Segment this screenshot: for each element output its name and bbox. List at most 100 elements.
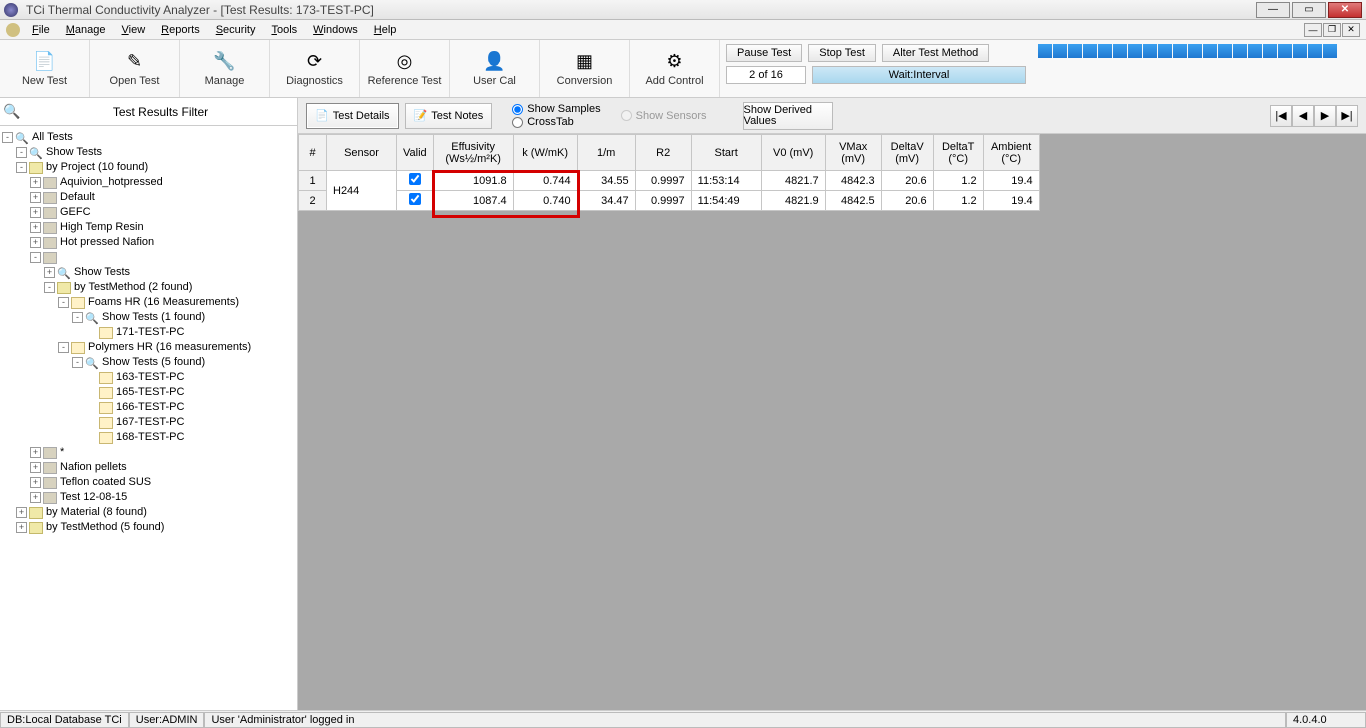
tab-test-details[interactable]: 📄 Test Details [306,103,399,129]
tree-node[interactable]: 167-TEST-PC [2,415,295,430]
expand-icon[interactable]: - [58,297,69,308]
nav-next-button[interactable]: ▶ [1314,105,1336,127]
col-header[interactable]: DeltaT (°C) [933,135,983,171]
menu-tools[interactable]: Tools [263,22,305,38]
col-header[interactable]: Sensor [327,135,397,171]
toolbar-conversion[interactable]: ▦Conversion [540,40,630,97]
tree-node[interactable]: -Foams HR (16 Measurements) [2,295,295,310]
menu-manage[interactable]: Manage [58,22,114,38]
col-header[interactable]: Valid [397,135,434,171]
tree-node[interactable]: -🔍All Tests [2,130,295,145]
show-derived-button[interactable]: Show Derived Values [743,102,833,130]
expand-icon[interactable]: + [30,477,41,488]
tree-node[interactable]: 165-TEST-PC [2,385,295,400]
tree-node[interactable]: +Aquivion_hotpressed [2,175,295,190]
filter-icon[interactable]: 🔍 [0,100,24,124]
tree-view[interactable]: -🔍All Tests-🔍Show Tests-by Project (10 f… [0,126,297,710]
tree-node[interactable]: +Teflon coated SUS [2,475,295,490]
expand-icon[interactable]: - [72,312,83,323]
alter-method-button[interactable]: Alter Test Method [882,44,989,62]
close-button[interactable]: ✕ [1328,2,1362,18]
menu-windows[interactable]: Windows [305,22,366,38]
col-header[interactable]: Ambient (°C) [983,135,1039,171]
col-header[interactable]: k (W/mK) [513,135,577,171]
tree-node[interactable]: +* [2,445,295,460]
toolbar-reference-test[interactable]: ◎Reference Test [360,40,450,97]
col-header[interactable]: DeltaV (mV) [881,135,933,171]
tree-node[interactable]: - [2,250,295,265]
tree-node[interactable]: -Polymers HR (16 measurements) [2,340,295,355]
tree-node[interactable]: +Default [2,190,295,205]
tree-node[interactable]: -by TestMethod (2 found) [2,280,295,295]
tree-node[interactable]: -by Project (10 found) [2,160,295,175]
tree-node[interactable]: -🔍Show Tests [2,145,295,160]
tree-node[interactable]: +High Temp Resin [2,220,295,235]
expand-icon[interactable]: - [30,252,41,263]
col-header[interactable]: # [299,135,327,171]
tree-node[interactable]: -🔍Show Tests (1 found) [2,310,295,325]
tree-node[interactable]: +GEFC [2,205,295,220]
menu-security[interactable]: Security [208,22,264,38]
expand-icon[interactable]: + [44,267,55,278]
toolbar-user-cal[interactable]: 👤User Cal [450,40,540,97]
expand-icon[interactable]: + [30,207,41,218]
col-header[interactable]: R2 [635,135,691,171]
expand-icon[interactable]: + [30,177,41,188]
expand-icon[interactable]: + [30,447,41,458]
toolbar-manage[interactable]: 🔧Manage [180,40,270,97]
expand-icon[interactable]: + [30,192,41,203]
tree-node[interactable]: +🔍Show Tests [2,265,295,280]
tab-test-notes[interactable]: 📝 Test Notes [405,103,493,129]
tree-node[interactable]: +Hot pressed Nafion [2,235,295,250]
mdi-minimize-button[interactable]: — [1304,23,1322,37]
tree-node[interactable]: -🔍Show Tests (5 found) [2,355,295,370]
tree-node[interactable]: 168-TEST-PC [2,430,295,445]
nav-first-button[interactable]: |◀ [1270,105,1292,127]
tree-node[interactable]: +by TestMethod (5 found) [2,520,295,535]
expand-icon[interactable]: + [30,492,41,503]
results-table[interactable]: #SensorValidEffusivity (Ws½/m²K)k (W/mK)… [298,134,1040,211]
show-samples-radio[interactable]: Show Samples [512,103,600,116]
maximize-button[interactable]: ▭ [1292,2,1326,18]
col-header[interactable]: V0 (mV) [761,135,825,171]
tree-node[interactable]: 166-TEST-PC [2,400,295,415]
minimize-button[interactable]: — [1256,2,1290,18]
menu-help[interactable]: Help [366,22,405,38]
col-header[interactable]: Start [691,135,761,171]
col-header[interactable]: VMax (mV) [825,135,881,171]
table-row[interactable]: 1H2441091.80.74434.550.999711:53:144821.… [299,171,1040,191]
crosstab-radio[interactable]: CrossTab [512,116,600,129]
expand-icon[interactable]: + [30,462,41,473]
expand-icon[interactable]: - [16,147,27,158]
tree-node[interactable]: +Test 12-08-15 [2,490,295,505]
toolbar-open-test[interactable]: ✎Open Test [90,40,180,97]
mdi-close-button[interactable]: ✕ [1342,23,1360,37]
expand-icon[interactable]: - [58,342,69,353]
expand-icon[interactable]: + [16,522,27,533]
tree-node[interactable]: +Nafion pellets [2,460,295,475]
mdi-restore-button[interactable]: ❐ [1323,23,1341,37]
expand-icon[interactable]: - [16,162,27,173]
expand-icon[interactable]: + [30,237,41,248]
col-header[interactable]: Effusivity (Ws½/m²K) [433,135,513,171]
stop-test-button[interactable]: Stop Test [808,44,876,62]
toolbar-diagnostics[interactable]: ⟳Diagnostics [270,40,360,97]
expand-icon[interactable]: - [2,132,13,143]
expand-icon[interactable]: + [30,222,41,233]
expand-icon[interactable]: - [44,282,55,293]
col-header[interactable]: 1/m [577,135,635,171]
tree-node[interactable]: 163-TEST-PC [2,370,295,385]
tree-node[interactable]: +by Material (8 found) [2,505,295,520]
table-row[interactable]: 21087.40.74034.470.999711:54:494821.9484… [299,191,1040,211]
toolbar-add-control[interactable]: ⚙Add Control [630,40,720,97]
toolbar-new-test[interactable]: 📄New Test [0,40,90,97]
expand-icon[interactable]: - [72,357,83,368]
tree-node[interactable]: 171-TEST-PC [2,325,295,340]
expand-icon[interactable]: + [16,507,27,518]
menu-view[interactable]: View [114,22,154,38]
pause-test-button[interactable]: Pause Test [726,44,802,62]
menu-reports[interactable]: Reports [153,22,208,38]
nav-last-button[interactable]: ▶| [1336,105,1358,127]
nav-prev-button[interactable]: ◀ [1292,105,1314,127]
menu-file[interactable]: File [24,22,58,38]
